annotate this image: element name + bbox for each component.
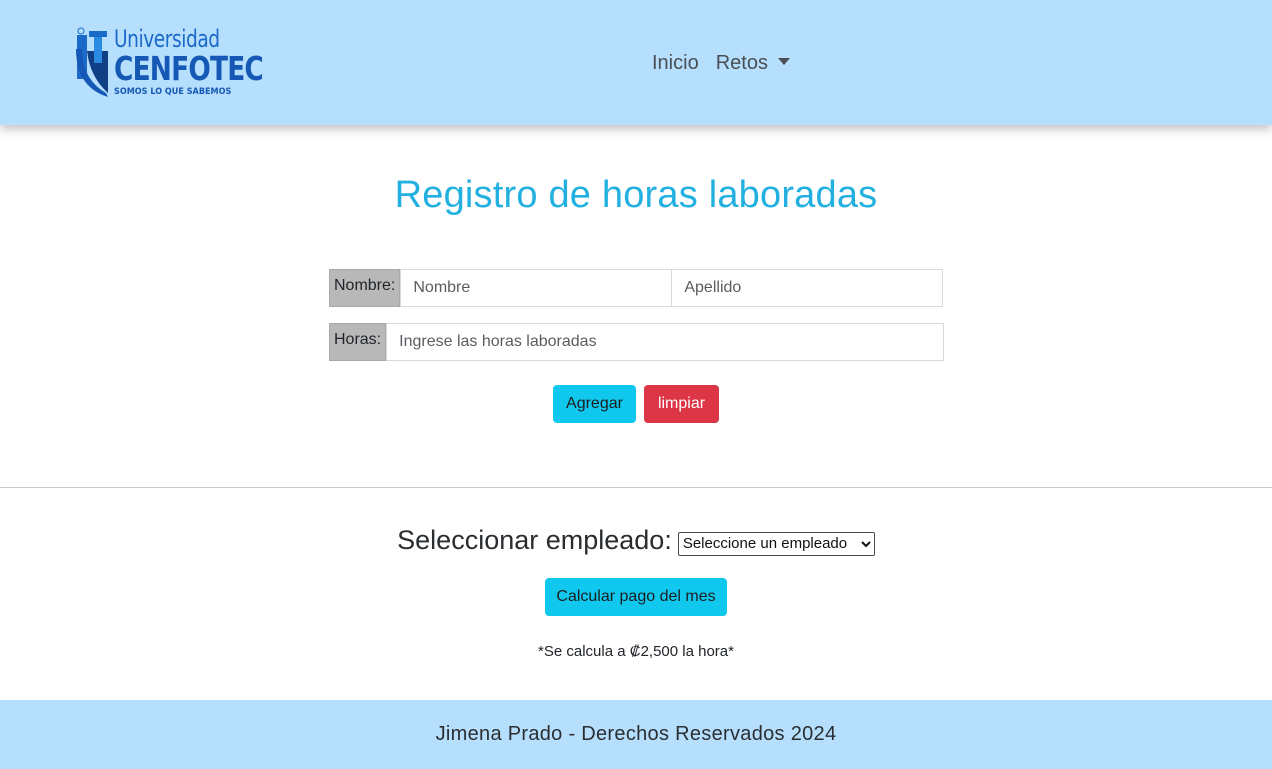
cenfotec-logo-mark-icon <box>76 27 108 97</box>
nav-item-inicio[interactable]: Inicio <box>652 52 699 75</box>
limpiar-button[interactable]: limpiar <box>644 385 719 423</box>
apellido-input[interactable] <box>671 269 944 307</box>
section-divider <box>0 487 1272 488</box>
nav-links: Inicio Retos <box>652 52 790 75</box>
caret-down-icon <box>777 58 790 65</box>
logo-tagline: SOMOS LO QUE SABEMOS <box>114 87 232 97</box>
horas-label: Horas: <box>329 323 387 361</box>
navbar: Universidad CENFOTEC SOMOS LO QUE SABEMO… <box>0 0 1272 125</box>
employee-select-label: Seleccionar empleado: <box>397 525 672 555</box>
rate-note: *Se calcula a ₡2,500 la hora* <box>538 643 734 660</box>
horas-input[interactable] <box>386 323 944 361</box>
nav-item-retos-label: Retos <box>715 52 768 74</box>
nombre-label: Nombre: <box>329 269 401 307</box>
footer-text: Jimena Prado - Derechos Reservados 2024 <box>435 723 837 745</box>
cenfotec-logo[interactable]: Universidad CENFOTEC SOMOS LO QUE SABEMO… <box>76 25 264 99</box>
employee-select-row: Seleccionar empleado: Seleccione un empl… <box>0 525 1272 556</box>
calcular-pago-button[interactable]: Calcular pago del mes <box>545 578 727 616</box>
page-title: Registro de horas laboradas <box>394 174 878 216</box>
logo-text-cenfotec: CENFOTEC <box>114 49 264 88</box>
footer: Jimena Prado - Derechos Reservados 2024 <box>0 700 1272 769</box>
nombre-input[interactable] <box>400 269 673 307</box>
agregar-button[interactable]: Agregar <box>553 385 636 423</box>
employee-select[interactable]: Seleccione un empleado <box>677 531 875 556</box>
horas-input-group: Horas: <box>329 323 944 361</box>
nombre-input-group: Nombre: <box>329 269 944 307</box>
nav-item-retos-dropdown[interactable]: Retos <box>716 52 790 75</box>
